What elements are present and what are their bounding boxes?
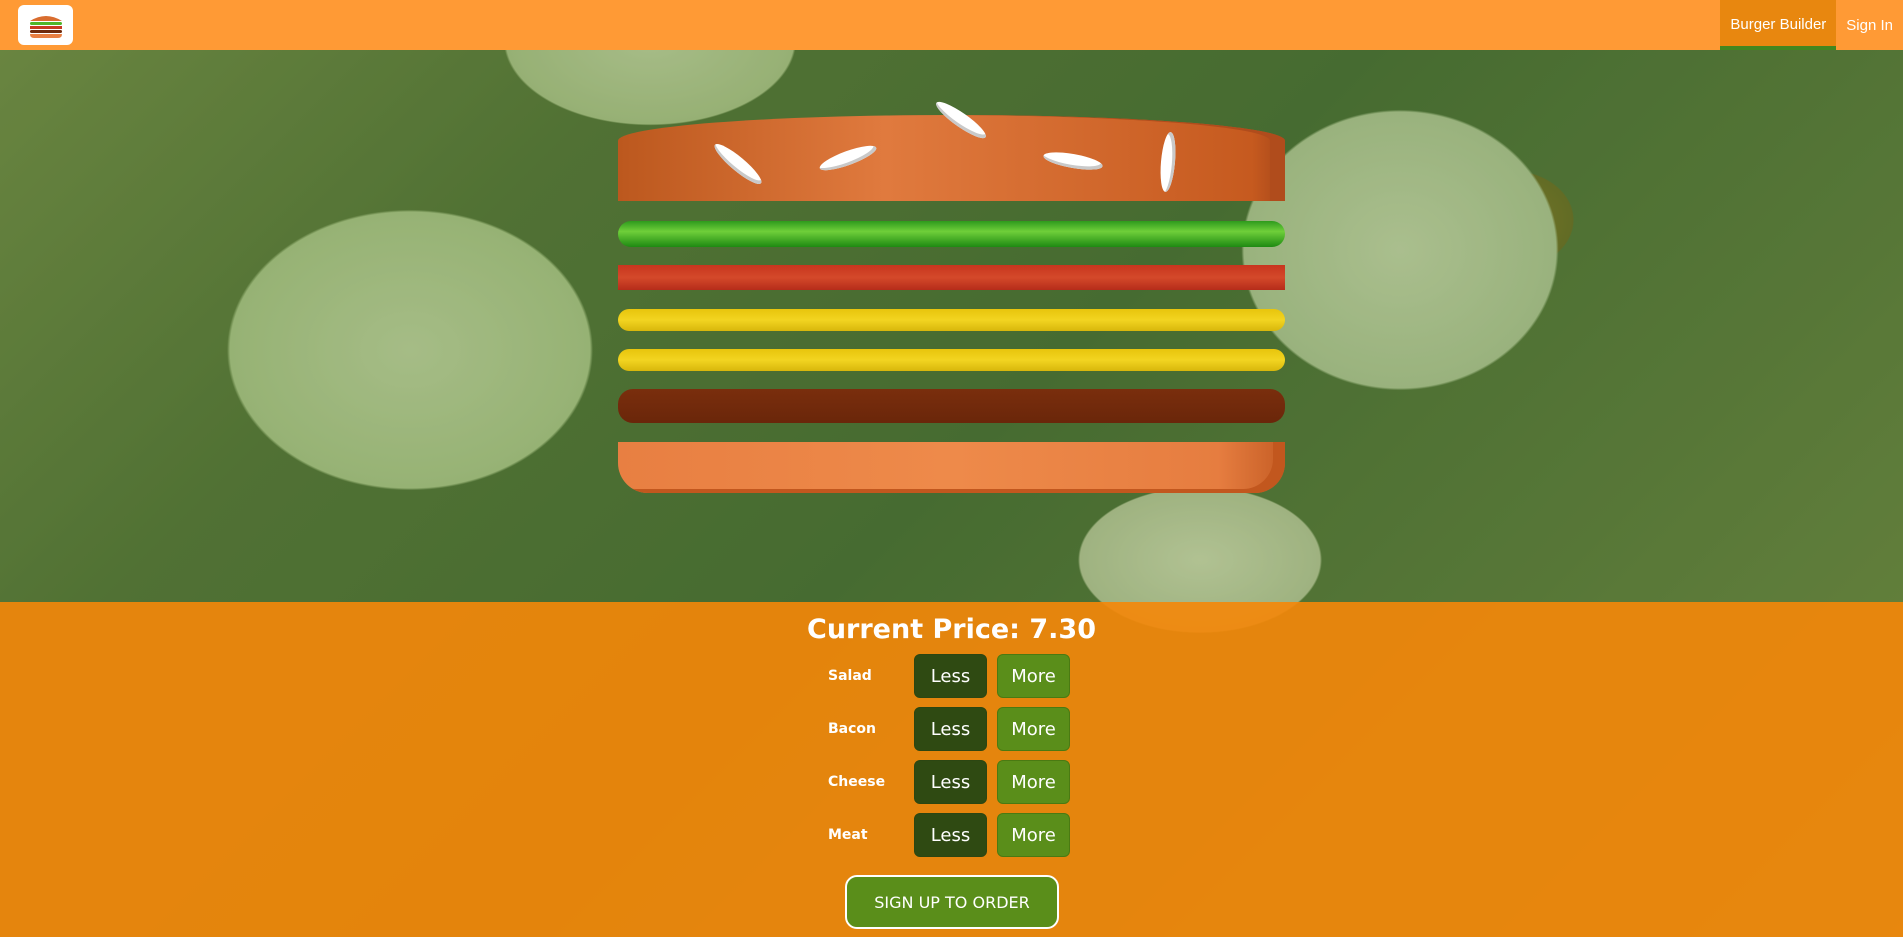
seed bbox=[710, 139, 766, 189]
meat-layer bbox=[618, 389, 1285, 423]
cheese-more-button[interactable]: More bbox=[997, 760, 1070, 804]
nav-burger-builder[interactable]: Burger Builder bbox=[1720, 0, 1837, 50]
cheese-less-button[interactable]: Less bbox=[914, 760, 987, 804]
cheese-layer bbox=[618, 309, 1285, 331]
control-label: Bacon bbox=[828, 721, 877, 737]
control-label: Cheese bbox=[828, 774, 886, 790]
control-row-bacon: Bacon Less More bbox=[828, 707, 1088, 751]
burger-preview bbox=[618, 97, 1285, 493]
cheese-layer bbox=[618, 349, 1285, 371]
order-button[interactable]: SIGN UP TO ORDER bbox=[845, 875, 1059, 929]
nav-sign-in[interactable]: Sign In bbox=[1836, 0, 1903, 50]
salad-layer bbox=[618, 221, 1285, 247]
control-row-salad: Salad Less More bbox=[828, 654, 1088, 698]
seed bbox=[1042, 148, 1104, 174]
seed bbox=[817, 141, 879, 175]
bread-bottom bbox=[618, 442, 1285, 493]
bacon-less-button[interactable]: Less bbox=[914, 707, 987, 751]
bacon-more-button[interactable]: More bbox=[997, 707, 1070, 751]
burger-logo-icon[interactable] bbox=[18, 5, 73, 45]
meat-more-button[interactable]: More bbox=[997, 813, 1070, 857]
bacon-layer bbox=[618, 265, 1285, 290]
meat-less-button[interactable]: Less bbox=[914, 813, 987, 857]
current-price: Current Price: 7.30 bbox=[807, 614, 1096, 645]
seed bbox=[1158, 131, 1178, 193]
control-row-meat: Meat Less More bbox=[828, 813, 1088, 857]
salad-more-button[interactable]: More bbox=[997, 654, 1070, 698]
salad-less-button[interactable]: Less bbox=[914, 654, 987, 698]
control-label: Meat bbox=[828, 827, 868, 843]
control-label: Salad bbox=[828, 668, 872, 684]
nav: Burger Builder Sign In bbox=[1720, 0, 1903, 50]
toolbar: Burger Builder Sign In bbox=[0, 0, 1903, 50]
bread-top bbox=[618, 97, 1285, 201]
control-row-cheese: Cheese Less More bbox=[828, 760, 1088, 804]
build-controls: Current Price: 7.30 Salad Less More Baco… bbox=[0, 602, 1903, 937]
